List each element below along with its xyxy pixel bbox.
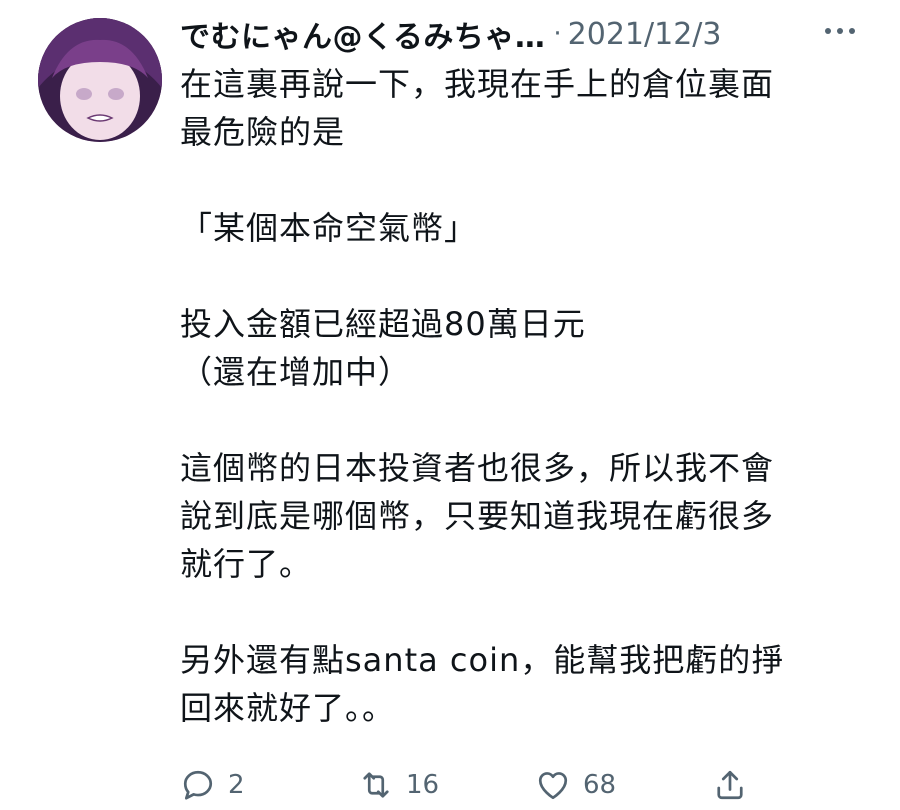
- reply-count: 2: [228, 770, 245, 800]
- like-button[interactable]: 68: [535, 760, 616, 810]
- tweet-header: でむにゃん@くるみちゃ… · 2021/12/3: [180, 12, 870, 56]
- retweet-count: 16: [406, 770, 440, 800]
- reply-button[interactable]: 2: [180, 760, 245, 810]
- separator: ·: [553, 19, 562, 49]
- share-button[interactable]: [712, 760, 748, 810]
- display-name[interactable]: でむにゃん@くるみちゃ…: [180, 12, 545, 56]
- avatar[interactable]: [38, 18, 162, 142]
- like-count: 68: [583, 770, 617, 800]
- retweet-button[interactable]: 16: [358, 760, 439, 810]
- tweet-actions: 2 16 68: [180, 760, 870, 810]
- tweet-text: 在這裏再說一下，我現在手上的倉位裏面 最危險的是 「某個本命空氣幣」 投入金額已…: [180, 65, 785, 727]
- tweet-date[interactable]: 2021/12/3: [568, 17, 722, 52]
- retweet-icon: [363, 772, 389, 798]
- more-horizontal-icon[interactable]: [820, 16, 860, 46]
- reply-icon: [183, 770, 213, 800]
- heart-icon: [538, 772, 568, 800]
- share-icon: [717, 770, 743, 800]
